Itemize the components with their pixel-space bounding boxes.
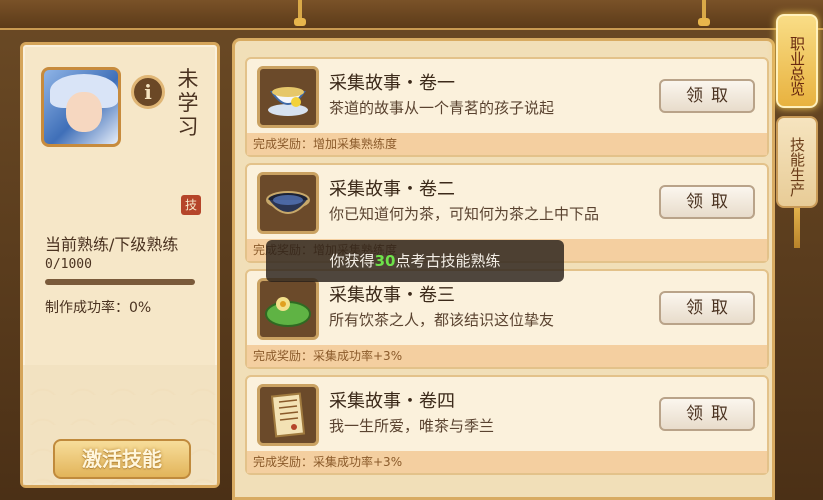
tea-cup-icon [257, 66, 319, 128]
lotus-leaf-icon [257, 278, 319, 340]
avatar-face [66, 92, 102, 132]
tab-skill-production[interactable]: 技能生产 [776, 116, 818, 208]
scroll-letter-icon [257, 384, 319, 446]
activate-skill-button[interactable]: 激活技能 [53, 439, 191, 479]
hanging-rope-ornament [294, 0, 306, 26]
tab-career-overview[interactable]: 职业总览 [776, 14, 818, 108]
item-reward: 完成奖励：增加采集熟练度 [247, 133, 767, 155]
toast-prefix: 你获得 [329, 252, 375, 270]
proficiency-value: 0/1000 [45, 257, 92, 272]
toast-suffix: 点考古技能熟练 [395, 252, 501, 270]
tea-bowl-icon [257, 172, 319, 234]
proficiency-progress-bar [45, 279, 195, 285]
top-bar [0, 0, 823, 30]
skill-status-label: 未学习 [177, 67, 199, 139]
item-title: 采集故事・卷三 [329, 285, 455, 306]
item-title: 采集故事・卷一 [329, 73, 455, 94]
item-description: 你已知道何为茶，可知何为茶之上中下品 [329, 205, 600, 223]
claim-button[interactable]: 领取 [659, 185, 755, 219]
success-rate-label: 制作成功率：0% [45, 300, 152, 316]
list-item: 采集故事・卷一 茶道的故事从一个青茗的孩子说起 领取 完成奖励：增加采集熟练度 [245, 57, 769, 157]
game-frame: i 未学习 技 当前熟练/下级熟练 0/1000 制作成功率：0% 激活技能 采… [0, 0, 823, 500]
item-reward: 完成奖励：采集成功率+3% [247, 451, 767, 473]
tassel-ornament [794, 208, 800, 248]
skill-info-panel: i 未学习 技 当前熟练/下级熟练 0/1000 制作成功率：0% 激活技能 [20, 42, 220, 488]
list-item: 采集故事・卷四 我一生所爱，唯茶与季兰 领取 完成奖励：采集成功率+3% [245, 375, 769, 475]
item-description: 所有饮茶之人，都该结识这位挚友 [329, 311, 555, 329]
proficiency-label: 当前熟练/下级熟练 [45, 235, 179, 254]
item-title: 采集故事・卷二 [329, 179, 455, 200]
claim-button[interactable]: 领取 [659, 291, 755, 325]
list-item: 采集故事・卷三 所有饮茶之人，都该结识这位挚友 领取 完成奖励：采集成功率+3% [245, 269, 769, 369]
item-description: 我一生所爱，唯茶与季兰 [329, 417, 495, 435]
claim-button[interactable]: 领取 [659, 79, 755, 113]
seal-icon: 技 [181, 195, 201, 215]
toast-number: 30 [374, 252, 396, 270]
claim-button[interactable]: 领取 [659, 397, 755, 431]
character-avatar [41, 67, 121, 147]
item-title: 采集故事・卷四 [329, 391, 455, 412]
item-reward: 完成奖励：采集成功率+3% [247, 345, 767, 367]
reward-toast: 你获得30点考古技能熟练 [266, 240, 564, 282]
info-icon[interactable]: i [131, 75, 165, 109]
item-description: 茶道的故事从一个青茗的孩子说起 [329, 99, 555, 117]
hanging-rope-ornament [698, 0, 710, 26]
